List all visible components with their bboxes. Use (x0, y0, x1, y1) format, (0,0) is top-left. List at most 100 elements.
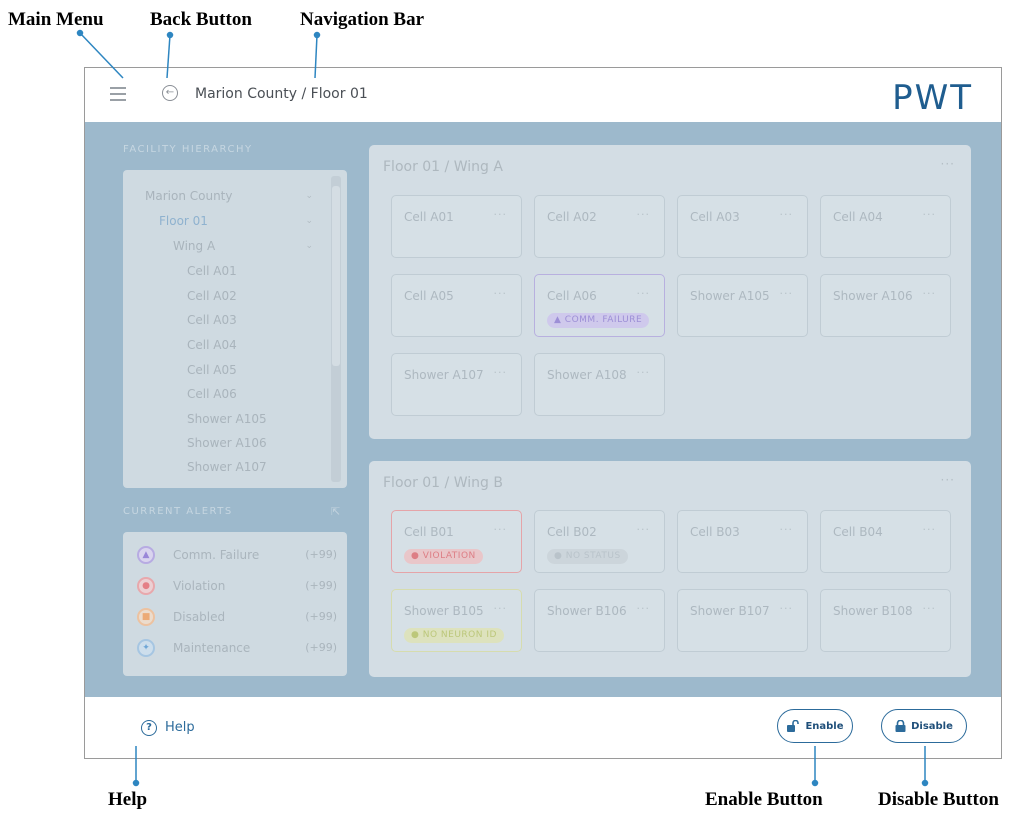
tree-item-cell[interactable]: Cell A02 (187, 289, 237, 303)
lock-icon (895, 720, 906, 732)
enable-label: Enable (805, 720, 844, 732)
wing-b-panel: Floor 01 / Wing B ··· Cell B01 ··· ● VIO… (369, 461, 971, 677)
more-options-icon[interactable]: ··· (780, 287, 794, 300)
navigation-bar: ← Marion County / Floor 01 PWT (85, 68, 1001, 122)
more-options-icon[interactable]: ··· (494, 523, 508, 536)
tree-item-shower[interactable]: Shower A106 (187, 436, 267, 450)
cell-card[interactable]: Shower B108 ··· (820, 589, 951, 652)
cell-name: Cell B04 (833, 525, 883, 539)
more-options-icon[interactable]: ··· (637, 523, 651, 536)
cell-card[interactable]: Shower B107 ··· (677, 589, 808, 652)
alert-label: Comm. Failure (173, 548, 260, 562)
more-options-icon[interactable]: ··· (780, 602, 794, 615)
alert-label: Violation (173, 579, 226, 593)
alert-row[interactable]: ■ Disabled (+99) (137, 608, 337, 628)
cell-card[interactable]: Cell B01 ··· ● VIOLATION (391, 510, 522, 573)
help-link[interactable]: Help (165, 720, 195, 735)
alert-row[interactable]: ✦ Maintenance (+99) (137, 639, 337, 659)
more-options-icon[interactable]: ··· (923, 287, 937, 300)
breadcrumb[interactable]: Marion County / Floor 01 (195, 86, 368, 102)
more-options-icon[interactable]: ··· (941, 473, 955, 487)
cell-card[interactable]: Cell A01 ··· (391, 195, 522, 258)
cell-card[interactable]: Shower B105 ··· ● NO NEURON ID (391, 589, 522, 652)
wrench-icon: ✦ (137, 639, 155, 657)
cell-card[interactable]: Shower A106 ··· (820, 274, 951, 337)
badge-label: VIOLATION (422, 551, 476, 561)
cell-card[interactable]: Cell A02 ··· (534, 195, 665, 258)
cell-card[interactable]: Shower A107 ··· (391, 353, 522, 416)
alert-count: (+99) (305, 610, 337, 623)
cell-name: Cell A05 (404, 289, 454, 303)
more-options-icon[interactable]: ··· (637, 287, 651, 300)
cell-name: Cell B02 (547, 525, 597, 539)
more-options-icon[interactable]: ··· (494, 366, 508, 379)
cell-card[interactable]: Cell A06 ··· ▲ COMM. FAILURE (534, 274, 665, 337)
alert-count: (+99) (305, 579, 337, 592)
more-options-icon[interactable]: ··· (637, 602, 651, 615)
more-options-icon[interactable]: ··· (494, 287, 508, 300)
cell-name: Cell A03 (690, 210, 740, 224)
cell-card[interactable]: Cell B02 ··· ● NO STATUS (534, 510, 665, 573)
cell-card[interactable]: Cell B04 ··· (820, 510, 951, 573)
tree-item-cell[interactable]: Cell A05 (187, 363, 237, 377)
brand-logo: PWT (892, 78, 973, 118)
tree-scrollbar[interactable] (331, 176, 341, 482)
tree-item-cell[interactable]: Cell A04 (187, 338, 237, 352)
more-options-icon[interactable]: ··· (637, 366, 651, 379)
more-options-icon[interactable]: ··· (494, 602, 508, 615)
scrollbar-thumb[interactable] (332, 186, 340, 366)
tree-item-floor[interactable]: Floor 01 (159, 214, 208, 228)
tree-item-shower[interactable]: Shower A107 (187, 460, 267, 474)
help-icon[interactable]: ? (141, 720, 157, 736)
back-arrow-icon[interactable]: ← (162, 85, 178, 101)
current-alerts-title: CURRENT ALERTS (123, 506, 233, 517)
callout-enable-button: Enable Button (705, 789, 823, 810)
alert-row[interactable]: ▲ Comm. Failure (+99) (137, 546, 337, 566)
alert-row[interactable]: ● Violation (+99) (137, 577, 337, 597)
cell-card[interactable]: Shower A105 ··· (677, 274, 808, 337)
facility-hierarchy-title: FACILITY HIERARCHY (123, 144, 253, 155)
tree-item-cell[interactable]: Cell A03 (187, 313, 237, 327)
more-options-icon[interactable]: ··· (923, 602, 937, 615)
cell-card[interactable]: Cell A04 ··· (820, 195, 951, 258)
more-options-icon[interactable]: ··· (780, 523, 794, 536)
more-options-icon[interactable]: ··· (637, 208, 651, 221)
tree-item-cell[interactable]: Cell A01 (187, 264, 237, 278)
more-options-icon[interactable]: ··· (923, 208, 937, 221)
enable-button[interactable]: Enable (777, 709, 853, 743)
wing-a-panel: Floor 01 / Wing A ··· Cell A01 ··· Cell … (369, 145, 971, 439)
cell-name: Shower A108 (547, 368, 627, 382)
status-badge: ● NO STATUS (547, 549, 628, 564)
disable-button[interactable]: Disable (881, 709, 967, 743)
cell-name: Cell A02 (547, 210, 597, 224)
cell-name: Cell A06 (547, 289, 597, 303)
cell-name: Shower B107 (690, 604, 770, 618)
tree-item-county[interactable]: Marion County (145, 189, 232, 203)
tree-item-cell[interactable]: Cell A06 (187, 387, 237, 401)
badge-label: NO STATUS (565, 551, 621, 561)
tree-item-wing[interactable]: Wing A (173, 239, 215, 253)
cell-name: Shower A107 (404, 368, 484, 382)
chevron-down-icon[interactable]: ⌄ (305, 191, 313, 201)
cell-card[interactable]: Shower B106 ··· (534, 589, 665, 652)
tree-item-shower[interactable]: Shower A105 (187, 412, 267, 426)
more-options-icon[interactable]: ··· (923, 523, 937, 536)
more-options-icon[interactable]: ··· (941, 157, 955, 171)
cell-name: Shower B106 (547, 604, 627, 618)
hamburger-menu-icon[interactable] (110, 87, 126, 101)
alerts-panel: ▲ Comm. Failure (+99) ● Violation (+99) … (123, 532, 347, 676)
cell-card[interactable]: Cell A03 ··· (677, 195, 808, 258)
chevron-down-icon[interactable]: ⌄ (305, 241, 313, 251)
cell-card[interactable]: Shower A108 ··· (534, 353, 665, 416)
alert-count: (+99) (305, 641, 337, 654)
chevron-down-icon[interactable]: ⌄ (305, 216, 313, 226)
expand-icon[interactable]: ⇱ (331, 505, 340, 518)
cell-card[interactable]: Cell B03 ··· (677, 510, 808, 573)
callout-disable-button: Disable Button (878, 789, 999, 810)
more-options-icon[interactable]: ··· (780, 208, 794, 221)
cell-name: Shower B108 (833, 604, 913, 618)
wing-title: Floor 01 / Wing A (383, 159, 503, 175)
cell-card[interactable]: Cell A05 ··· (391, 274, 522, 337)
more-options-icon[interactable]: ··· (494, 208, 508, 221)
alert-label: Maintenance (173, 641, 251, 655)
